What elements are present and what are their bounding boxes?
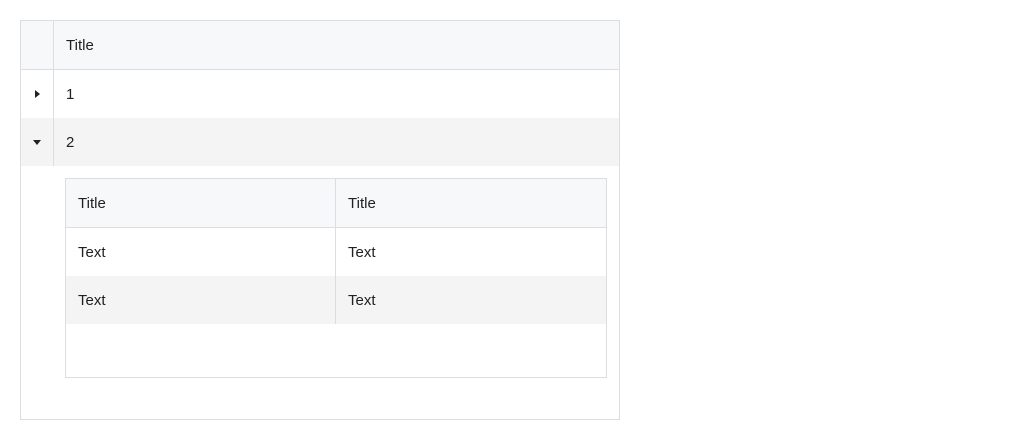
detail-header-cell[interactable]: Title	[66, 179, 336, 227]
expand-button[interactable]	[27, 84, 47, 104]
collapse-button[interactable]	[27, 132, 47, 152]
detail-cell: Text	[66, 276, 336, 324]
detail-header-cell[interactable]: Title	[336, 179, 606, 227]
header-toggle-cell	[21, 21, 54, 69]
detail-cell: Text	[348, 243, 376, 261]
grid-row-1[interactable]: 1	[21, 70, 619, 118]
header-title[interactable]: Title	[54, 21, 619, 69]
master-detail-grid: Title 1 2 Title Title Text Text Text Tex…	[20, 20, 620, 420]
row-2-title: 2	[66, 133, 75, 151]
grid-row-2[interactable]: 2	[21, 118, 619, 166]
caret-right-icon	[34, 90, 40, 98]
grid-header-row: Title	[21, 21, 619, 70]
detail-table: Title Title Text Text Text Text	[65, 178, 607, 378]
caret-down-icon	[33, 139, 41, 145]
detail-cell: Text	[348, 291, 376, 309]
detail-row[interactable]: Text Text	[66, 276, 606, 324]
detail-cell: Text	[66, 228, 336, 276]
row-1-toggle-cell	[21, 70, 54, 118]
row-1-title: 1	[66, 85, 75, 103]
detail-row[interactable]: Text Text	[66, 228, 606, 276]
detail-header-row: Title Title	[66, 179, 606, 228]
row-2-toggle-cell	[21, 118, 54, 166]
